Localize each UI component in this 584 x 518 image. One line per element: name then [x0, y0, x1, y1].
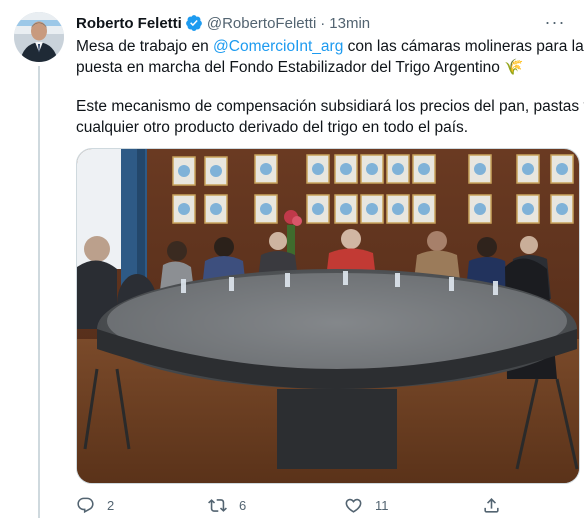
like-button[interactable]: 11	[344, 496, 389, 515]
tweet-header: Roberto Feletti @RobertoFeletti · 13min	[76, 13, 370, 33]
tweet-line-4: cualquier otro producto derivado del tri…	[76, 119, 469, 136]
wheat-emoji: 🌾	[504, 59, 524, 76]
share-icon	[484, 497, 499, 513]
avatar[interactable]	[14, 12, 64, 62]
heart-icon	[345, 498, 362, 513]
more-icon: ···	[544, 11, 566, 32]
separator-dot: ·	[320, 14, 326, 32]
reply-icon	[77, 497, 94, 513]
meeting-photo-image	[77, 149, 579, 483]
author-handle[interactable]: @RobertoFeletti	[207, 15, 316, 32]
tweet-line-3: Este mecanismo de compensación subsidiar…	[76, 98, 584, 115]
tweet-actions: 2 6 11	[76, 494, 580, 516]
verified-badge-icon	[185, 14, 203, 32]
mention-link[interactable]: @ComercioInt_arg	[213, 38, 343, 55]
like-count: 11	[375, 497, 389, 513]
share-button[interactable]	[482, 496, 501, 515]
tweet-line-2: puesta en marcha del Fondo Estabilizador…	[76, 57, 576, 78]
tweet[interactable]: Roberto Feletti @RobertoFeletti · 13min …	[0, 0, 584, 518]
tweet-line-1: Mesa de trabajo en @ComercioInt_arg con …	[76, 36, 584, 57]
tweet-text-part: con las cámaras molineras para la	[343, 38, 584, 55]
reply-button[interactable]: 2	[76, 496, 114, 515]
tweet-text-part: puesta en marcha del Fondo Estabilizador…	[76, 59, 500, 76]
reply-count: 2	[107, 497, 115, 513]
retweet-icon	[208, 498, 227, 512]
tweet-text: Mesa de trabajo en @ComercioInt_arg con …	[76, 36, 584, 138]
thread-line	[38, 66, 40, 518]
tweet-photo[interactable]	[76, 148, 580, 484]
author-name[interactable]: Roberto Feletti	[76, 15, 182, 32]
retweet-count: 6	[239, 497, 247, 513]
timestamp[interactable]: 13min	[329, 15, 370, 32]
retweet-button[interactable]: 6	[208, 496, 246, 515]
more-options-button[interactable]: ···	[540, 10, 570, 34]
tweet-text-part: Mesa de trabajo en	[76, 38, 214, 55]
